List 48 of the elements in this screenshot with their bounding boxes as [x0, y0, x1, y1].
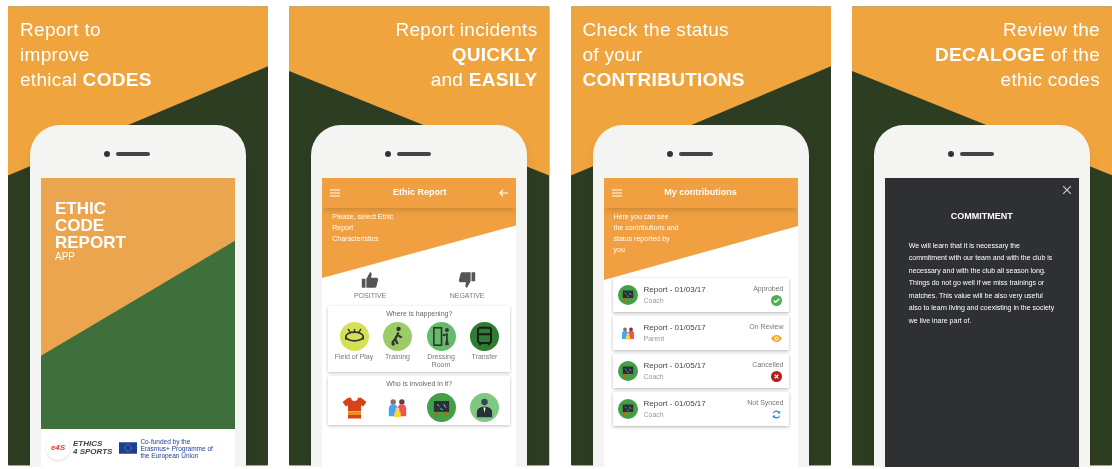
board-icon: [617, 285, 638, 305]
screen-title: Ethic Report: [393, 186, 447, 200]
speaker-icon: [959, 152, 994, 156]
brand-logo: e4S: [46, 436, 70, 460]
headline-text: DECALOGE of the: [935, 43, 1100, 67]
cross-circle-icon: [770, 371, 782, 383]
dialog-heading: COMMITMENT: [949, 210, 1014, 223]
report-title: Report - 01/05/17: [643, 359, 707, 372]
report-title: Report - 01/05/17: [643, 321, 707, 334]
brand-name: ETHICS: [73, 440, 104, 448]
speaker-icon: [116, 152, 150, 156]
brand-name: 4 SPORTS: [73, 448, 113, 456]
sync-icon: [770, 409, 782, 421]
headline-text: QUICKLY: [451, 43, 538, 67]
headline-text: improve: [20, 43, 90, 67]
screen-title: My contributions: [664, 186, 737, 200]
close-icon: [1062, 186, 1071, 194]
headline-text: and EASILY: [430, 68, 538, 92]
eye-icon: [770, 333, 782, 345]
headline-text: Review the: [1003, 18, 1100, 42]
app-title: CODE: [55, 217, 106, 234]
check-circle-icon: [770, 295, 782, 307]
headline-text: CONTRIBUTIONS: [582, 68, 745, 92]
speaker-icon: [678, 152, 713, 156]
app-title: REPORT: [55, 234, 127, 251]
back-arrow-icon: [499, 189, 509, 197]
thumbs-up-icon: [360, 270, 381, 290]
headline-text: Report incidents: [395, 18, 538, 42]
board-icon: [617, 399, 638, 419]
camera-icon: [104, 151, 110, 157]
camera-icon: [385, 151, 392, 157]
thumbs-down-icon: [457, 270, 478, 290]
report-title: Report - 01/03/17: [643, 283, 707, 296]
speaker-icon: [397, 152, 432, 156]
report-title: Report - 01/05/17: [643, 397, 707, 410]
app-subtitle: APP: [55, 251, 76, 263]
menu-icon: [611, 189, 622, 197]
camera-icon: [947, 151, 954, 157]
menu-icon: [330, 189, 341, 197]
board-icon: [617, 361, 638, 381]
headline-text: ethic codes: [1000, 68, 1100, 92]
eu-flag-icon: [119, 442, 138, 454]
headline-text: ethical CODES: [20, 68, 152, 92]
app-title: ETHIC: [55, 200, 107, 217]
camera-icon: [666, 151, 673, 157]
headline-text: Check the status: [582, 18, 729, 42]
headline-text: Report to: [20, 18, 101, 42]
headline-text: of your: [582, 43, 643, 67]
